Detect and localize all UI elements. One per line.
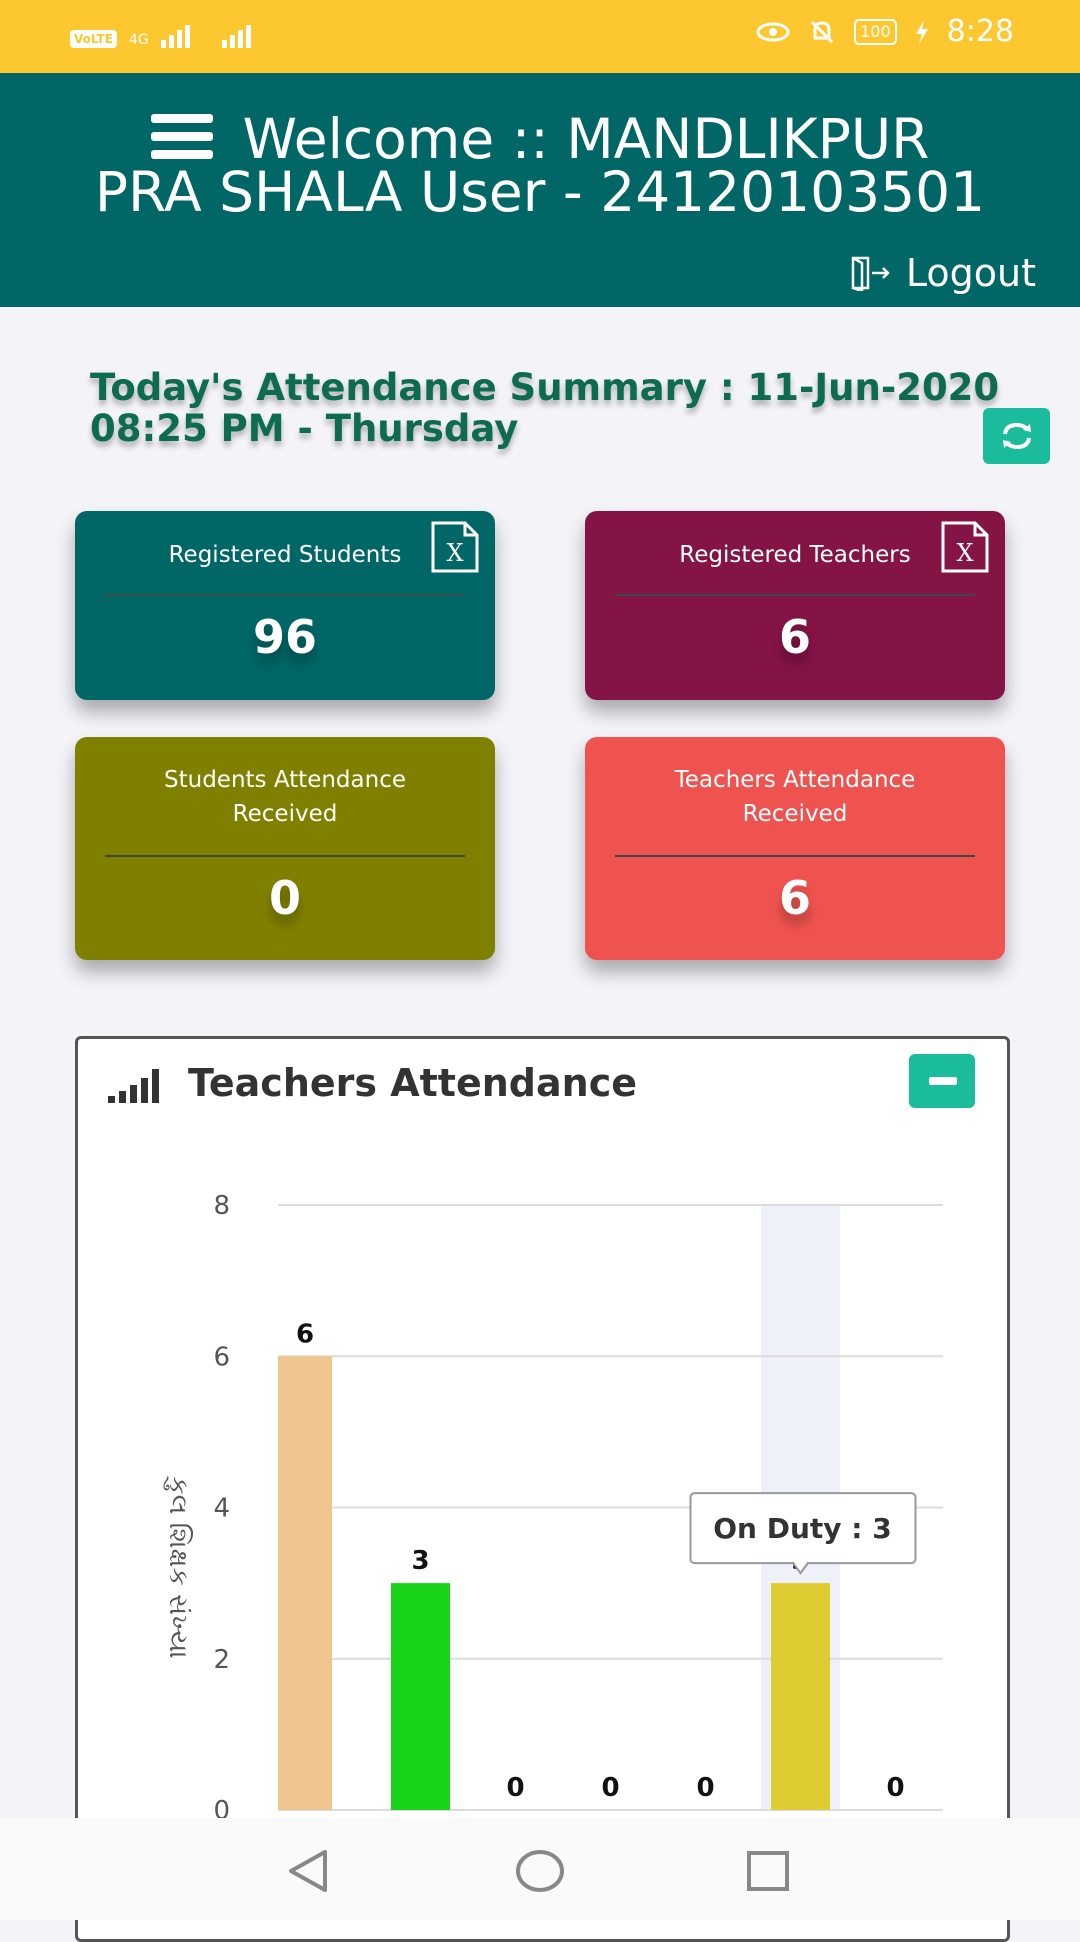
bar-value-label: 3 [411,1546,429,1576]
home-icon[interactable] [515,1848,565,1894]
excel-export-icon[interactable]: X [939,521,991,573]
card-value: 6 [778,610,811,664]
logout-label: Logout [905,251,1036,295]
y-tick-label: 2 [213,1645,230,1675]
refresh-icon [1002,422,1031,450]
charging-icon [915,19,928,44]
clock: 8:28 [946,14,1014,49]
welcome-line2: PRA SHALA User - 24120103501 [94,159,986,224]
bar-value-label: 0 [506,1773,524,1803]
teachers-attendance-chart: 02468કુલ શિક્ષક સંખ્યા6300030On Duty : 3 [163,1191,943,1826]
teachers-attendance-panel: Teachers Attendance 0 2 4 6 8 કુલ શિક્ષક સંખ્… [75,1036,1010,1942]
logout-button[interactable]: Logout [850,251,1036,295]
status-bar: VoLTE 4G 100 8:28 [0,0,1080,73]
status-right: 100 8:28 [756,14,1014,49]
signal-icon [160,20,190,48]
summary-line1: Today's Attendance Summary : 11-Jun-2020 [90,366,1000,409]
bell-off-icon [811,20,834,43]
welcome-title: Welcome :: MANDLIKPUR PRA SHALA User - 2… [0,112,1080,220]
y-tick-label: 6 [213,1342,230,1372]
students-attendance-card[interactable]: Students Attendance Received 0 [75,737,495,960]
card-value: 6 [778,871,811,925]
bar-value-label: 0 [886,1773,904,1803]
svg-text:X: X [446,539,463,567]
tooltip-text: On Duty : 3 [713,1512,891,1545]
battery-icon: 100 [854,18,897,45]
card-label-line2: Received [742,801,848,827]
summary-line2: 08:25 PM - Thursday [90,407,519,450]
card-label-line2: Received [232,801,338,827]
card-value: 96 [252,610,317,664]
bar-value-label: 6 [296,1319,314,1349]
excel-export-icon[interactable]: X [429,521,481,573]
card-divider [105,855,465,857]
svg-text:X: X [956,539,973,567]
bar [391,1583,450,1810]
y-axis-label: કુલ શિક્ષક સંખ્યા [163,1475,193,1659]
card-divider [105,594,465,596]
y-tick-label: 4 [213,1494,230,1524]
signal-icon-secondary [221,20,251,48]
bar [771,1583,830,1810]
back-icon[interactable] [285,1848,331,1894]
bar-value-label: 0 [601,1773,619,1803]
card-divider [615,855,975,857]
card-label-line1: Students Attendance [164,767,406,793]
recents-icon[interactable] [746,1850,790,1892]
logout-icon [851,256,890,291]
y-tick-label: 8 [213,1191,230,1221]
menu-icon[interactable] [150,113,213,160]
teachers-attendance-card[interactable]: Teachers Attendance Received 6 [585,737,1005,960]
eye-icon [756,22,790,41]
volte-badge: VoLTE [70,30,117,48]
network-indicators: VoLTE 4G [70,20,251,48]
bar-value-label: 0 [696,1773,714,1803]
refresh-button[interactable] [983,408,1050,464]
card-label-line1: Teachers Attendance [674,767,916,793]
network-type-label: 4G [128,32,149,48]
app-header: Welcome :: MANDLIKPUR PRA SHALA User - 2… [0,73,1080,307]
registered-teachers-card[interactable]: Registered Teachers X 6 [585,511,1005,700]
registered-students-card[interactable]: Registered Students X 96 [75,511,495,700]
card-divider [615,594,975,596]
system-nav-bar [0,1818,1080,1920]
bar [278,1356,332,1810]
attendance-summary-title: Today's Attendance Summary : 11-Jun-2020… [90,367,1010,449]
card-value: 0 [268,871,301,925]
